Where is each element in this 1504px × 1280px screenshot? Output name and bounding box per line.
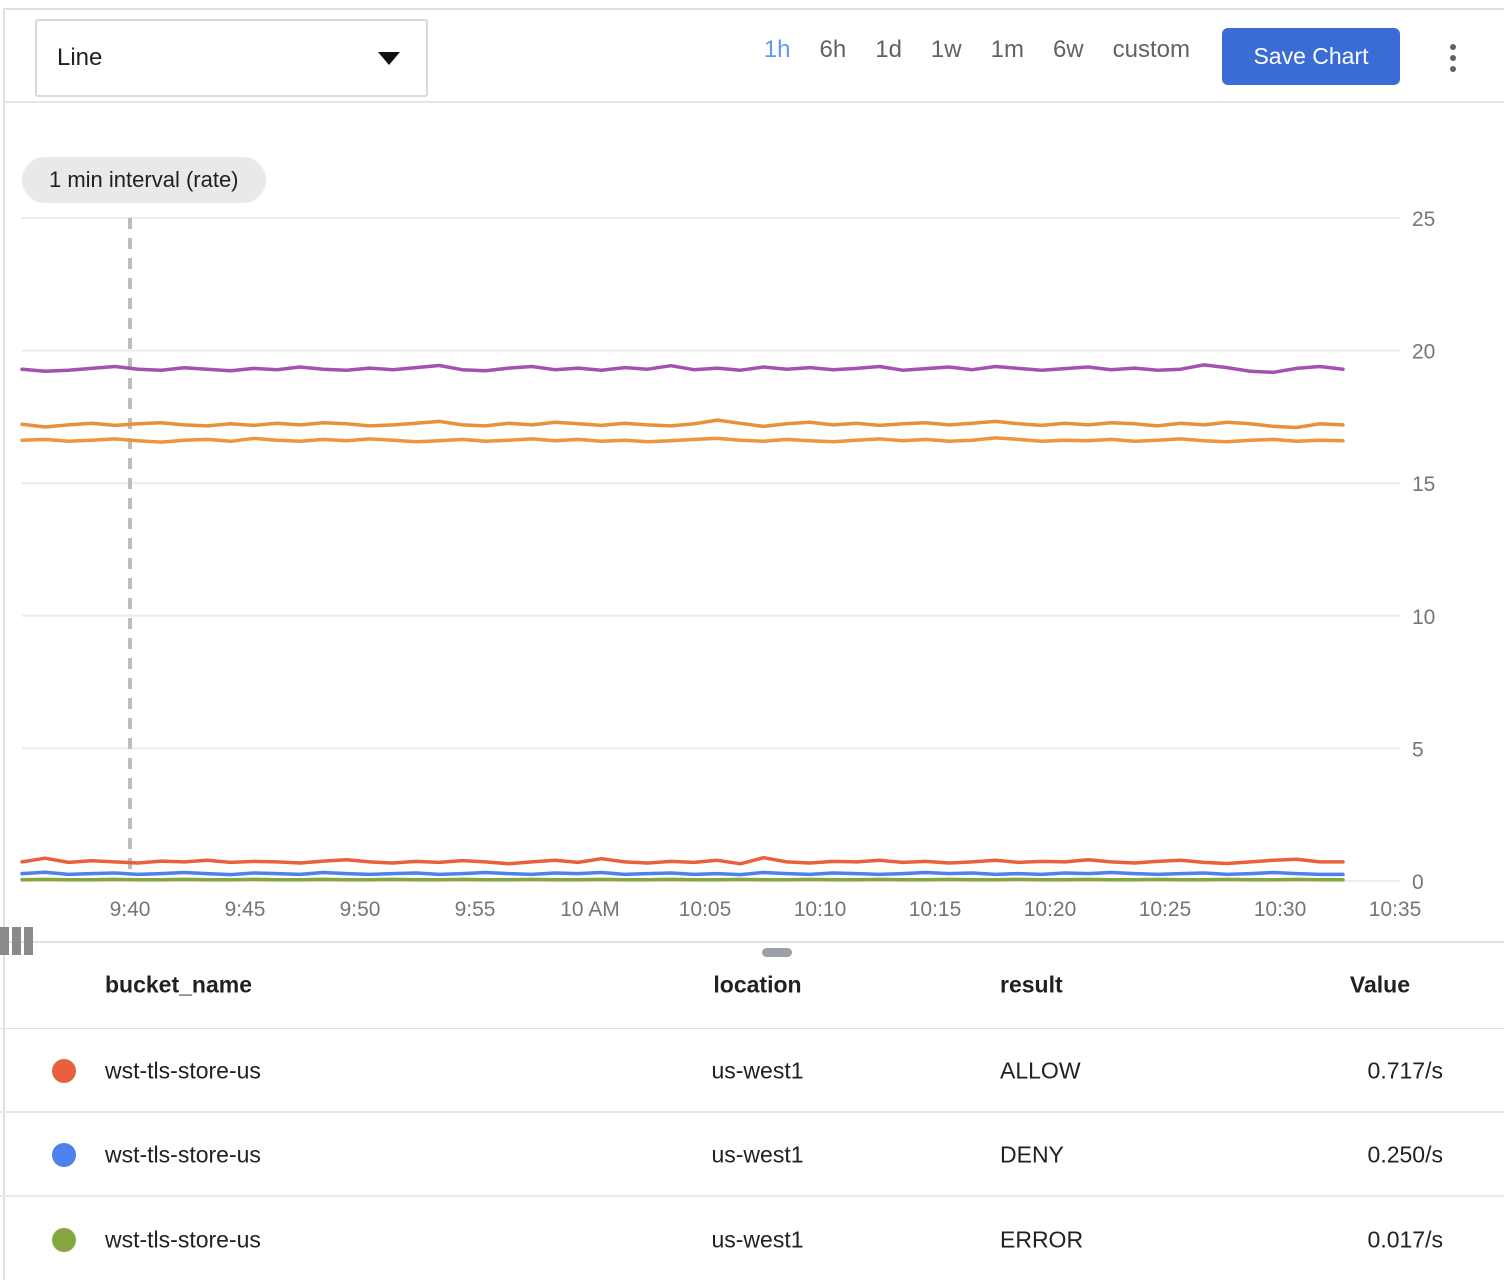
- x-tick-label: 10:25: [1139, 898, 1192, 921]
- y-tick-label: 25: [1412, 208, 1435, 231]
- time-range-1w[interactable]: 1w: [931, 36, 962, 64]
- x-tick-label: 9:40: [110, 898, 151, 921]
- y-tick-label: 15: [1412, 473, 1435, 496]
- save-chart-button[interactable]: Save Chart: [1222, 28, 1400, 85]
- time-range-group: 1h 6h 1d 1w 1m 6w custom: [700, 0, 1190, 100]
- time-range-1d[interactable]: 1d: [875, 36, 902, 64]
- x-tick-label: 9:55: [455, 898, 496, 921]
- series-line: [22, 872, 1343, 874]
- time-range-6h[interactable]: 6h: [820, 36, 847, 64]
- row-bucket-name: wst-tls-store-us: [105, 1226, 261, 1253]
- time-range-custom[interactable]: custom: [1113, 36, 1190, 64]
- time-range-6w[interactable]: 6w: [1053, 36, 1084, 64]
- row-result: DENY: [1000, 1142, 1064, 1169]
- x-tick-label: 10:35: [1369, 898, 1422, 921]
- x-tick-label: 10 AM: [560, 898, 620, 921]
- chart-type-value: Line: [57, 44, 102, 72]
- y-tick-label: 0: [1412, 871, 1424, 894]
- row-location: us-west1: [600, 1057, 915, 1084]
- row-value: 0.717/s: [1150, 1057, 1443, 1084]
- row-result: ERROR: [1000, 1226, 1083, 1253]
- series-line: [22, 858, 1343, 864]
- x-tick-label: 10:30: [1254, 898, 1307, 921]
- header-location[interactable]: location: [600, 971, 915, 998]
- table-row[interactable]: wst-tls-store-us us-west1 ERROR 0.017/s: [0, 1199, 1504, 1280]
- x-tick-label: 10:05: [679, 898, 732, 921]
- table-row[interactable]: wst-tls-store-us us-west1 DENY 0.250/s: [0, 1115, 1504, 1197]
- y-tick-label: 20: [1412, 341, 1435, 364]
- series-line: [22, 438, 1343, 442]
- header-bucket-name[interactable]: bucket_name: [105, 971, 252, 998]
- chevron-down-icon: [378, 52, 400, 65]
- series-line: [22, 420, 1343, 427]
- row-bucket-name: wst-tls-store-us: [105, 1142, 261, 1169]
- header-result[interactable]: result: [1000, 971, 1063, 998]
- row-result: ALLOW: [1000, 1057, 1081, 1084]
- series-dot: [52, 1228, 76, 1252]
- time-range-1h[interactable]: 1h: [764, 36, 791, 64]
- series-dot: [52, 1059, 76, 1083]
- row-value: 0.017/s: [1150, 1226, 1443, 1253]
- more-options-icon[interactable]: [1443, 36, 1463, 80]
- series-line: [22, 365, 1343, 372]
- x-tick-label: 10:15: [909, 898, 962, 921]
- x-tick-label: 9:50: [340, 898, 381, 921]
- y-tick-label: 5: [1412, 738, 1424, 761]
- time-range-1m[interactable]: 1m: [991, 36, 1024, 64]
- x-tick-label: 10:20: [1024, 898, 1077, 921]
- toolbar-divider: [5, 101, 1504, 103]
- row-bucket-name: wst-tls-store-us: [105, 1057, 261, 1084]
- series-dot: [52, 1143, 76, 1167]
- chart-type-dropdown[interactable]: Line: [35, 19, 428, 97]
- header-value[interactable]: Value: [1150, 971, 1410, 998]
- column-settings-icon[interactable]: [0, 927, 1504, 955]
- row-location: us-west1: [600, 1142, 915, 1169]
- x-tick-label: 10:10: [794, 898, 847, 921]
- x-tick-label: 9:45: [225, 898, 266, 921]
- y-tick-label: 10: [1412, 606, 1435, 629]
- line-chart[interactable]: 0 5 10 15 20 25 9:40 9:45 9:50 9:55 10 AM 10:05 10:1…: [0, 105, 1504, 938]
- table-header-row: bucket_name location result Value: [0, 941, 1504, 1029]
- table-row[interactable]: wst-tls-store-us us-west1 ALLOW 0.717/s: [0, 1030, 1504, 1113]
- row-value: 0.250/s: [1150, 1142, 1443, 1169]
- row-location: us-west1: [600, 1226, 915, 1253]
